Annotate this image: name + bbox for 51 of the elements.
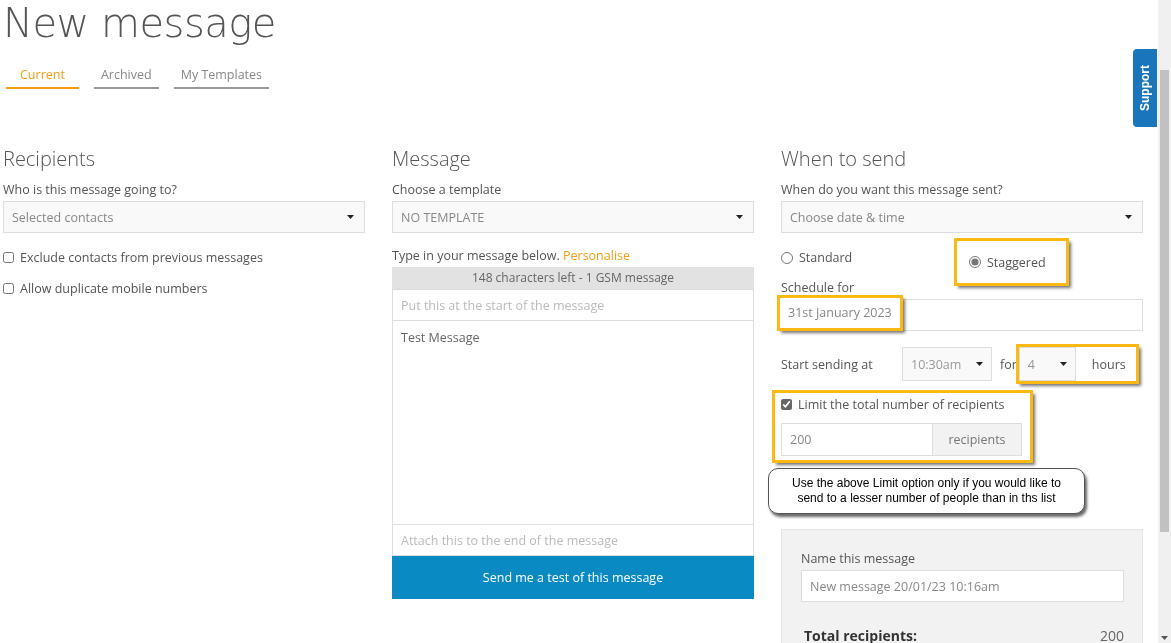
unit-label: hours: [1091, 355, 1126, 373]
field-label: Schedule for: [781, 279, 856, 297]
caret-icon: [347, 215, 354, 219]
checkbox-label: Allow duplicate mobile numbers: [20, 280, 208, 297]
for-label: for: [1000, 355, 1017, 373]
limit-field[interactable]: 200: [781, 423, 933, 456]
unit-addon: recipients: [933, 423, 1022, 456]
section-heading: Message: [392, 145, 472, 173]
radio-label: Standard: [799, 249, 853, 266]
tab[interactable]: Current: [6, 66, 79, 89]
tab[interactable]: Archived: [93, 66, 159, 89]
scrollbar[interactable]: [1158, 0, 1171, 643]
section-heading: When to send: [781, 145, 908, 173]
prefix-field[interactable]: Put this at the start of the message: [392, 289, 754, 321]
caret-icon: [1059, 362, 1067, 366]
character-counter: 148 characters left - 1 GSM message: [392, 267, 754, 289]
recipients-select[interactable]: Selected contacts: [3, 201, 365, 233]
caret-icon: [976, 362, 983, 366]
total-value: 200: [1100, 626, 1124, 643]
caret-icon: [1125, 215, 1132, 219]
schedule-select[interactable]: Choose date & time: [781, 201, 1143, 233]
radio-label: Staggered: [987, 253, 1046, 271]
radio-button[interactable]: [781, 251, 793, 264]
field-label: When do you want this message sent?: [781, 181, 1004, 199]
field-label: Who is this message going to?: [3, 181, 178, 199]
field-label: Choose a template: [392, 181, 503, 199]
personalise-link[interactable]: Personalise: [563, 247, 631, 264]
template-select[interactable]: NO TEMPLATE: [392, 201, 754, 233]
time-select[interactable]: 10:30am: [902, 347, 992, 381]
message-prompt: Type in your message below. Personalise: [392, 247, 632, 265]
checkbox[interactable]: [3, 283, 14, 294]
duration-select[interactable]: 4: [1018, 347, 1076, 381]
checkbox-label: Limit the total number of recipients: [798, 396, 1005, 413]
suffix-field[interactable]: Attach this to the end of the message: [392, 524, 754, 556]
message-field[interactable]: Test Message: [392, 321, 754, 524]
date-value: 31st January 2023: [780, 298, 900, 328]
tab[interactable]: My Templates: [173, 66, 270, 89]
field-label: Start sending at: [781, 355, 874, 373]
checkbox-label: Exclude contacts from previous messages: [20, 249, 263, 266]
caret-icon: [736, 215, 743, 219]
field-label: Name this message: [801, 550, 916, 568]
send-test-button[interactable]: Send me a test of this message: [392, 556, 754, 599]
scroll-down-icon[interactable]: [1161, 636, 1168, 640]
name-field[interactable]: New message 20/01/23 10:16am: [801, 570, 1124, 602]
page-title: New message: [3, 0, 277, 46]
support-tab[interactable]: Support: [1133, 49, 1157, 127]
radio-button[interactable]: [969, 256, 981, 268]
checkbox[interactable]: [3, 252, 14, 263]
section-heading: Recipients: [3, 145, 97, 173]
checkbox[interactable]: [781, 399, 792, 410]
tooltip-callout: Use the above Limit option only if you would like to send to a lesser number of people than in ths list: [768, 468, 1085, 514]
